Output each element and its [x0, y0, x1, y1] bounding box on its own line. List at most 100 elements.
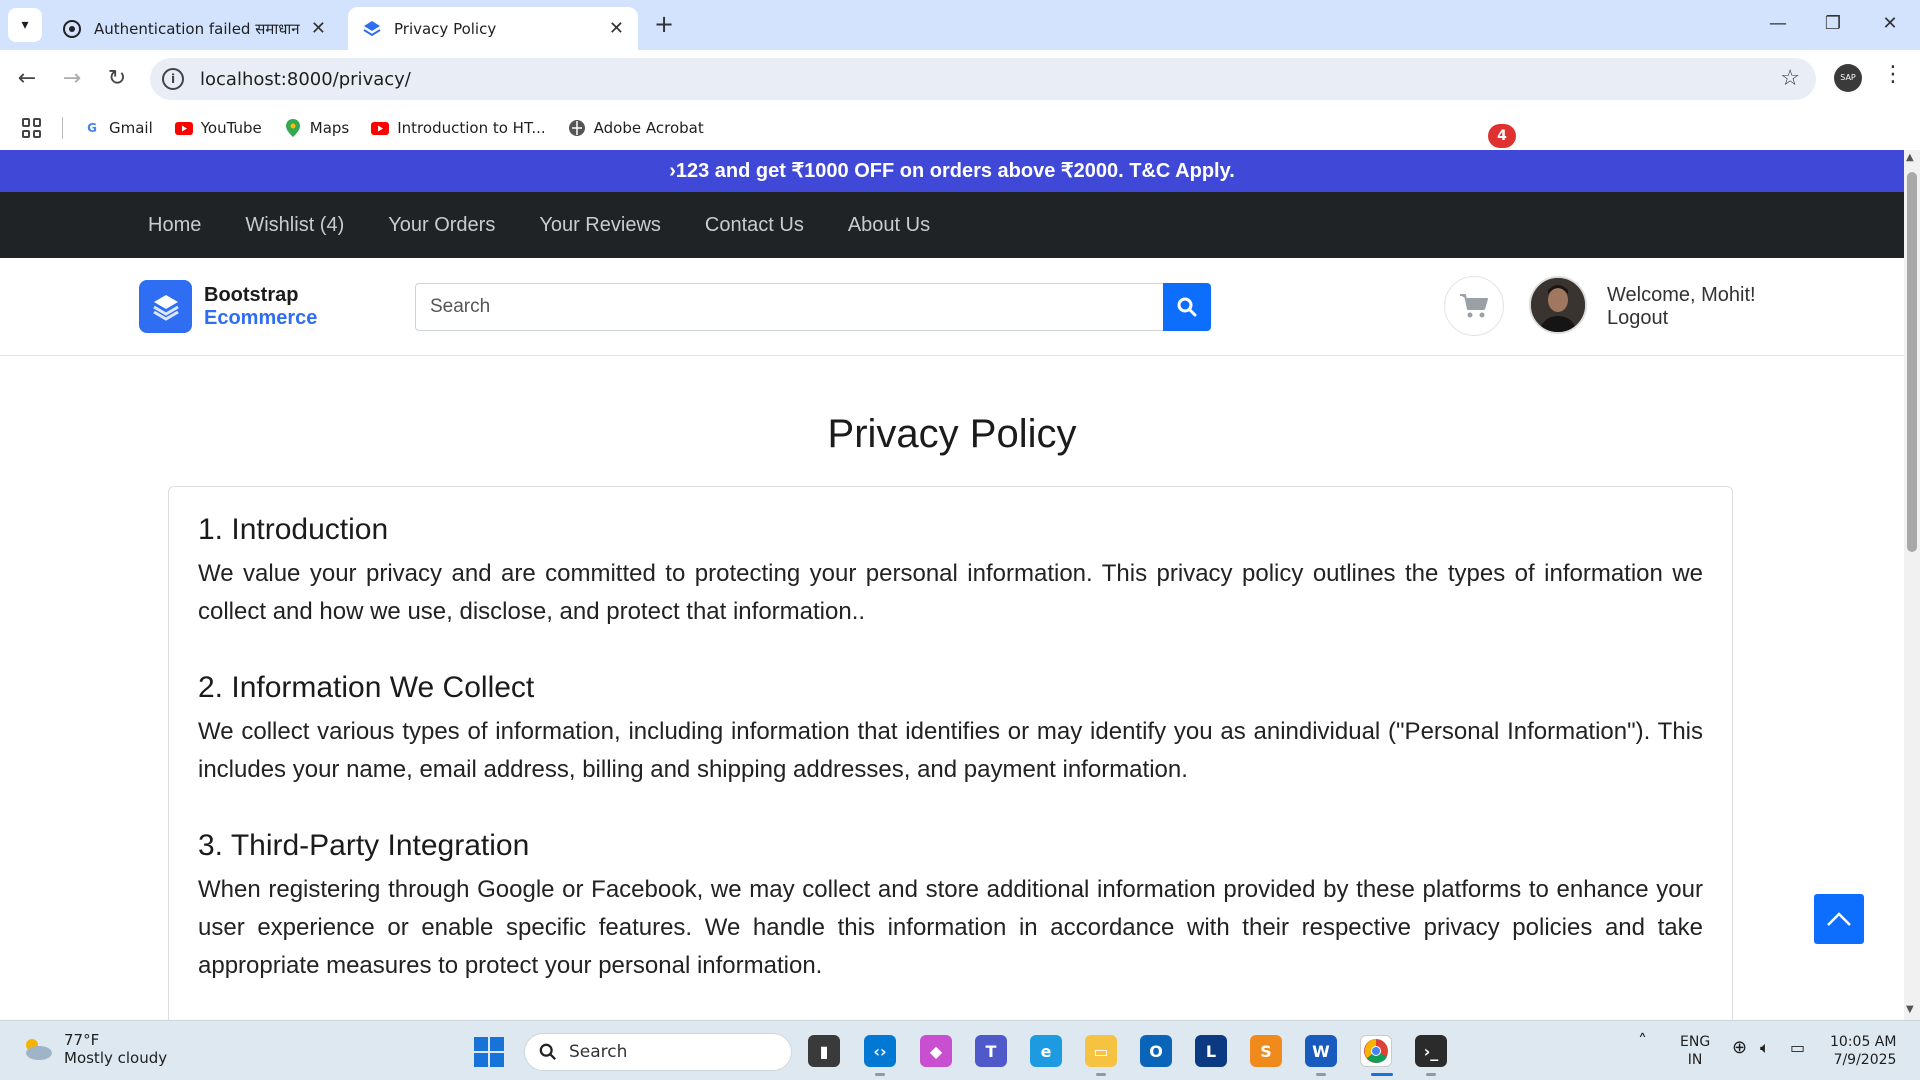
profile-avatar[interactable]: SAP: [1834, 64, 1862, 92]
section-heading: 2. Information We Collect: [198, 671, 535, 704]
page-scrollbar[interactable]: ▲ ▼: [1904, 150, 1920, 1020]
bookmark-intro-html[interactable]: Introduction to HT...: [371, 119, 546, 137]
more-menu-icon[interactable]: ⋮: [1882, 62, 1904, 87]
terminal-icon[interactable]: ›_: [1415, 1035, 1447, 1067]
weather-widget[interactable]: 77°F Mostly cloudy: [20, 1031, 167, 1067]
clock-date: 7/9/2025: [1833, 1052, 1897, 1068]
bookmark-gmail[interactable]: G Gmail: [83, 119, 153, 137]
bookmark-youtube[interactable]: YouTube: [174, 119, 262, 137]
logo-text-line2: Ecommerce: [204, 306, 318, 329]
nav-your-orders[interactable]: Your Orders: [388, 214, 495, 237]
privacy-policy-card: 1. Introduction We value your privacy an…: [168, 486, 1733, 1020]
cart-button[interactable]: [1444, 276, 1504, 336]
layers-icon: [139, 280, 192, 333]
cart-icon: [1460, 294, 1488, 318]
youtube-icon: [371, 119, 390, 137]
windows-start-icon[interactable]: [474, 1037, 504, 1067]
scroll-to-top-button[interactable]: [1814, 894, 1864, 944]
edge-icon[interactable]: e: [1030, 1035, 1062, 1067]
nav-contact-us[interactable]: Contact Us: [705, 214, 804, 237]
network-globe-icon[interactable]: ⊕: [1732, 1039, 1747, 1057]
nav-about-us[interactable]: About Us: [848, 214, 930, 237]
scroll-up-arrow-icon[interactable]: ▲: [1906, 152, 1914, 163]
search-input[interactable]: [415, 283, 1163, 331]
tab-search-button[interactable]: ▾: [8, 8, 42, 42]
reload-icon[interactable]: ↻: [102, 64, 132, 94]
search-icon: [539, 1043, 556, 1060]
cloudy-weather-icon: [26, 1039, 52, 1060]
policy-section: 2. Information We Collect We collect var…: [198, 671, 1703, 789]
forward-arrow-icon[interactable]: →: [57, 64, 87, 94]
browser-toolbar: ← → ↻ i localhost:8000/privacy/ ☆ SAP ⋮: [0, 50, 1920, 106]
restore-button[interactable]: ❐: [1813, 10, 1853, 38]
chrome-icon[interactable]: [1360, 1035, 1392, 1067]
search-button[interactable]: [1163, 283, 1211, 331]
nav-wishlist[interactable]: Wishlist (4): [245, 214, 344, 237]
battery-icon[interactable]: ▭: [1790, 1039, 1805, 1057]
copilot-icon[interactable]: ◆: [920, 1035, 952, 1067]
site-header: Bootstrap Ecommerce Welcome, Mohit! Logo…: [0, 258, 1904, 356]
active-indicator: [1371, 1073, 1393, 1076]
outlook-icon[interactable]: O: [1140, 1035, 1172, 1067]
section-heading: 1. Introduction: [198, 513, 389, 546]
teams-icon[interactable]: T: [975, 1035, 1007, 1067]
site-info-icon[interactable]: i: [162, 68, 184, 90]
tab-title: Authentication failed समाधान: [94, 19, 300, 38]
section-body: We collect various types of information,…: [198, 718, 1703, 783]
youtube-icon: [174, 119, 193, 137]
bookmark-maps[interactable]: Maps: [284, 119, 349, 137]
close-icon[interactable]: ✕: [311, 18, 326, 39]
bookmark-label: Adobe Acrobat: [593, 119, 704, 137]
main-navigation: Home Wishlist (4) Your Orders Your Revie…: [0, 192, 1904, 258]
minimize-button[interactable]: —: [1758, 10, 1798, 38]
language-code: ENG: [1680, 1034, 1711, 1050]
chevron-up-icon: [1827, 912, 1851, 926]
app-l-icon[interactable]: L: [1195, 1035, 1227, 1067]
close-window-button[interactable]: ✕: [1870, 10, 1910, 38]
logout-link[interactable]: Logout: [1607, 307, 1756, 330]
task-view-icon[interactable]: ▮: [808, 1035, 840, 1067]
section-body: When registering through Google or Faceb…: [198, 876, 1703, 979]
nav-your-reviews[interactable]: Your Reviews: [539, 214, 661, 237]
site-logo[interactable]: Bootstrap Ecommerce: [139, 280, 317, 333]
browser-tab[interactable]: Authentication failed समाधान ✕: [48, 7, 340, 50]
bookmark-label: Maps: [309, 119, 350, 137]
web-page: ›123 and get ₹1000 OFF on orders above ₹…: [0, 150, 1904, 1020]
scroll-down-arrow-icon[interactable]: ▼: [1906, 1004, 1914, 1015]
word-icon[interactable]: W: [1305, 1035, 1337, 1067]
sublime-text-icon[interactable]: S: [1250, 1035, 1282, 1067]
address-bar[interactable]: i localhost:8000/privacy/ ☆: [150, 58, 1816, 100]
promo-banner: ›123 and get ₹1000 OFF on orders above ₹…: [0, 150, 1904, 192]
scrollbar-thumb[interactable]: [1907, 172, 1917, 552]
chevron-up-icon[interactable]: ˄: [1638, 1033, 1647, 1051]
vscode-icon[interactable]: ‹›: [864, 1035, 896, 1067]
clock[interactable]: 10:05 AM 7/9/2025: [1830, 1033, 1896, 1069]
new-tab-button[interactable]: +: [650, 10, 678, 38]
section-heading: 3. Third-Party Integration: [198, 829, 530, 862]
language-indicator[interactable]: ENG IN: [1680, 1033, 1710, 1069]
bookmark-star-icon[interactable]: ☆: [1780, 66, 1800, 91]
region-code: IN: [1687, 1052, 1703, 1068]
browser-tab-strip: ▾ Authentication failed समाधान ✕ Privacy…: [0, 0, 1920, 50]
cart-count-badge: 4: [1488, 124, 1516, 148]
running-indicator: [875, 1073, 885, 1076]
bookmark-label: Gmail: [109, 119, 153, 137]
openai-icon: [63, 19, 81, 38]
weather-desc: Mostly cloudy: [64, 1049, 168, 1067]
bookmark-adobe-acrobat[interactable]: Adobe Acrobat: [568, 119, 704, 137]
apps-grid-icon[interactable]: [22, 118, 42, 138]
url-text[interactable]: localhost:8000/privacy/: [200, 69, 411, 90]
policy-section: 3. Third-Party Integration When register…: [198, 829, 1703, 985]
page-title: Privacy Policy: [827, 412, 1077, 456]
search-bar: [415, 283, 1211, 331]
taskbar-search[interactable]: Search: [524, 1033, 792, 1071]
back-arrow-icon[interactable]: ←: [12, 64, 42, 94]
avatar[interactable]: [1529, 276, 1587, 334]
nav-home[interactable]: Home: [148, 214, 201, 237]
bookmark-label: Introduction to HT...: [397, 119, 546, 137]
file-explorer-icon[interactable]: ▭: [1085, 1035, 1117, 1067]
close-icon[interactable]: ✕: [609, 18, 624, 39]
volume-icon[interactable]: 🔈︎: [1760, 1039, 1770, 1057]
browser-tab-active[interactable]: Privacy Policy ✕: [348, 7, 638, 50]
maps-pin-icon: [284, 119, 302, 137]
